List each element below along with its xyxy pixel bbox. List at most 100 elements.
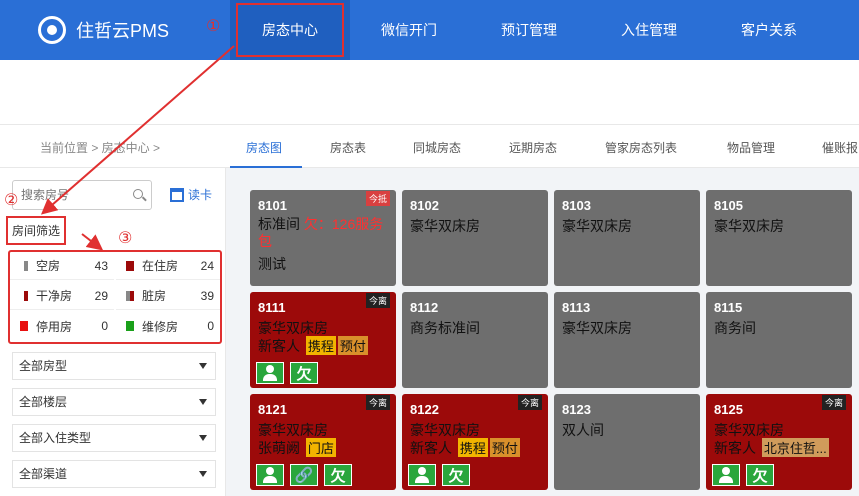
- room-type: 双人间: [562, 422, 604, 438]
- status-vacant[interactable]: 空房 43: [10, 252, 114, 280]
- room-number: 8112: [410, 300, 439, 315]
- tab-future-status[interactable]: 远期房态: [509, 139, 557, 156]
- status-label: 停用房: [36, 319, 73, 334]
- room-number: 8101: [258, 198, 287, 213]
- person-icon[interactable]: [256, 362, 284, 384]
- room-card-8103[interactable]: 8103 豪华双床房: [554, 190, 700, 286]
- link-icon[interactable]: 🔗: [290, 464, 318, 486]
- debt-icon[interactable]: 欠: [290, 362, 318, 384]
- status-disabled[interactable]: 停用房 0: [10, 312, 114, 340]
- person-icon[interactable]: [712, 464, 740, 486]
- status-clean[interactable]: 干净房 29: [10, 282, 114, 310]
- read-card-label: 读卡: [188, 188, 213, 202]
- room-card-8125[interactable]: 8125 今离 豪华双床房 新客人 北京住哲... 欠: [706, 394, 852, 490]
- room-card-8113[interactable]: 8113 豪华双床房: [554, 292, 700, 388]
- chevron-down-icon: [199, 471, 207, 477]
- logo-icon: [38, 16, 66, 44]
- status-count: 43: [94, 258, 108, 273]
- debt-icon[interactable]: 欠: [324, 464, 352, 486]
- departure-badge: 今离: [821, 395, 846, 410]
- nav-reservation[interactable]: 预订管理: [470, 0, 588, 60]
- room-actions: 欠: [256, 362, 324, 384]
- room-card-8102[interactable]: 8102 豪华双床房: [402, 190, 548, 286]
- room-card-8101[interactable]: 8101 今抵 标准间 欠：126服务包 测试: [250, 190, 396, 286]
- room-type: 豪华双床房: [258, 422, 328, 438]
- room-type: 豪华双床房: [258, 320, 328, 336]
- status-repair[interactable]: 维修房 0: [116, 312, 220, 340]
- tab-housekeeping-list[interactable]: 管家房态列表: [605, 139, 677, 156]
- tab-room-map[interactable]: 房态图: [246, 139, 282, 156]
- room-card-8115[interactable]: 8115 商务间: [706, 292, 852, 388]
- nav-checkin[interactable]: 入住管理: [590, 0, 708, 60]
- room-note: 测试: [258, 256, 286, 272]
- status-label: 脏房: [142, 289, 167, 303]
- nav-label: 房态中心: [236, 3, 344, 57]
- chevron-down-icon: [199, 399, 207, 405]
- tab-items[interactable]: 物品管理: [727, 139, 775, 156]
- room-card-8112[interactable]: 8112 商务标准间: [402, 292, 548, 388]
- channel-tag: 携程: [305, 336, 336, 355]
- guest-line: 新客人 携程 预付: [410, 438, 520, 458]
- person-icon[interactable]: [256, 464, 284, 486]
- room-type: 商务标准间: [410, 320, 480, 336]
- read-card-button[interactable]: 读卡: [170, 186, 212, 203]
- breadcrumb-bar: 当前位置 > 房态中心 > 房态图 房态表 同城房态 远期房态 管家房态列表 物…: [0, 124, 859, 168]
- guest-line: 新客人 北京住哲...: [714, 438, 829, 458]
- status-dirty[interactable]: 脏房 39: [116, 282, 220, 310]
- room-number: 8111: [258, 300, 286, 315]
- vacant-swatch-icon: [20, 260, 28, 271]
- checkin-type-select[interactable]: 全部入住类型: [12, 424, 216, 452]
- select-value: 全部房型: [19, 359, 68, 373]
- search-box: [12, 180, 152, 210]
- room-type: 商务间: [714, 320, 756, 336]
- room-number: 8125: [714, 402, 743, 417]
- app-logo[interactable]: 住哲云PMS: [38, 16, 169, 44]
- guest-name: 新客人: [714, 440, 756, 456]
- clean-swatch-icon: [20, 290, 28, 301]
- chevron-down-icon: [199, 435, 207, 441]
- repair-swatch-icon: [126, 321, 134, 331]
- annotation-1: ①: [206, 18, 221, 35]
- status-count: 24: [200, 258, 214, 273]
- card-reader-icon: [170, 187, 184, 202]
- room-card-8111[interactable]: 8111 今离 豪华双床房 新客人 携程 预付 欠: [250, 292, 396, 388]
- room-card-8123[interactable]: 8123 双人间: [554, 394, 700, 490]
- room-type-select[interactable]: 全部房型: [12, 352, 216, 380]
- arrival-badge: 今抵: [365, 191, 390, 206]
- floor-select[interactable]: 全部楼层: [12, 388, 216, 416]
- debt-icon[interactable]: 欠: [746, 464, 774, 486]
- channel-select[interactable]: 全部渠道: [12, 460, 216, 488]
- room-actions: 欠: [408, 464, 476, 486]
- room-number: 8115: [714, 300, 743, 315]
- select-value: 全部楼层: [19, 395, 68, 409]
- nav-room-status-center[interactable]: 房态中心: [230, 0, 350, 60]
- search-input[interactable]: [13, 181, 123, 209]
- person-icon[interactable]: [408, 464, 436, 486]
- debt-icon[interactable]: 欠: [442, 464, 470, 486]
- room-type: 豪华双床房: [562, 218, 632, 234]
- guest-name: 张萌阙: [258, 440, 300, 456]
- breadcrumb: 当前位置 > 房态中心 >: [40, 141, 161, 155]
- status-count: 39: [200, 288, 214, 303]
- guest-line: 张萌阙 门店: [258, 438, 336, 458]
- guest-name: 新客人: [258, 338, 300, 354]
- room-card-8121[interactable]: 8121 今离 豪华双床房 张萌阙 门店 🔗 欠: [250, 394, 396, 490]
- status-label: 干净房: [36, 289, 73, 303]
- annotation-2: ②: [4, 192, 19, 209]
- search-icon[interactable]: [133, 189, 143, 199]
- disabled-swatch-icon: [20, 321, 28, 331]
- nav-wechat-door[interactable]: 微信开门: [350, 0, 468, 60]
- room-card-8122[interactable]: 8122 今离 豪华双床房 新客人 携程 预付 欠: [402, 394, 548, 490]
- departure-badge: 今离: [517, 395, 542, 410]
- occupied-swatch-icon: [126, 260, 134, 271]
- room-info: 标准间 欠：126服务包: [258, 216, 396, 250]
- tab-city-status[interactable]: 同城房态: [413, 139, 461, 156]
- room-type: 豪华双床房: [714, 422, 784, 438]
- room-card-8105[interactable]: 8105 豪华双床房: [706, 190, 852, 286]
- room-number: 8102: [410, 198, 439, 213]
- status-occupied[interactable]: 在住房 24: [116, 252, 220, 280]
- nav-customer[interactable]: 客户关系: [710, 0, 828, 60]
- room-type: 标准间: [258, 216, 300, 232]
- tab-room-table[interactable]: 房态表: [330, 139, 366, 156]
- tab-collection[interactable]: 催账报: [822, 139, 858, 156]
